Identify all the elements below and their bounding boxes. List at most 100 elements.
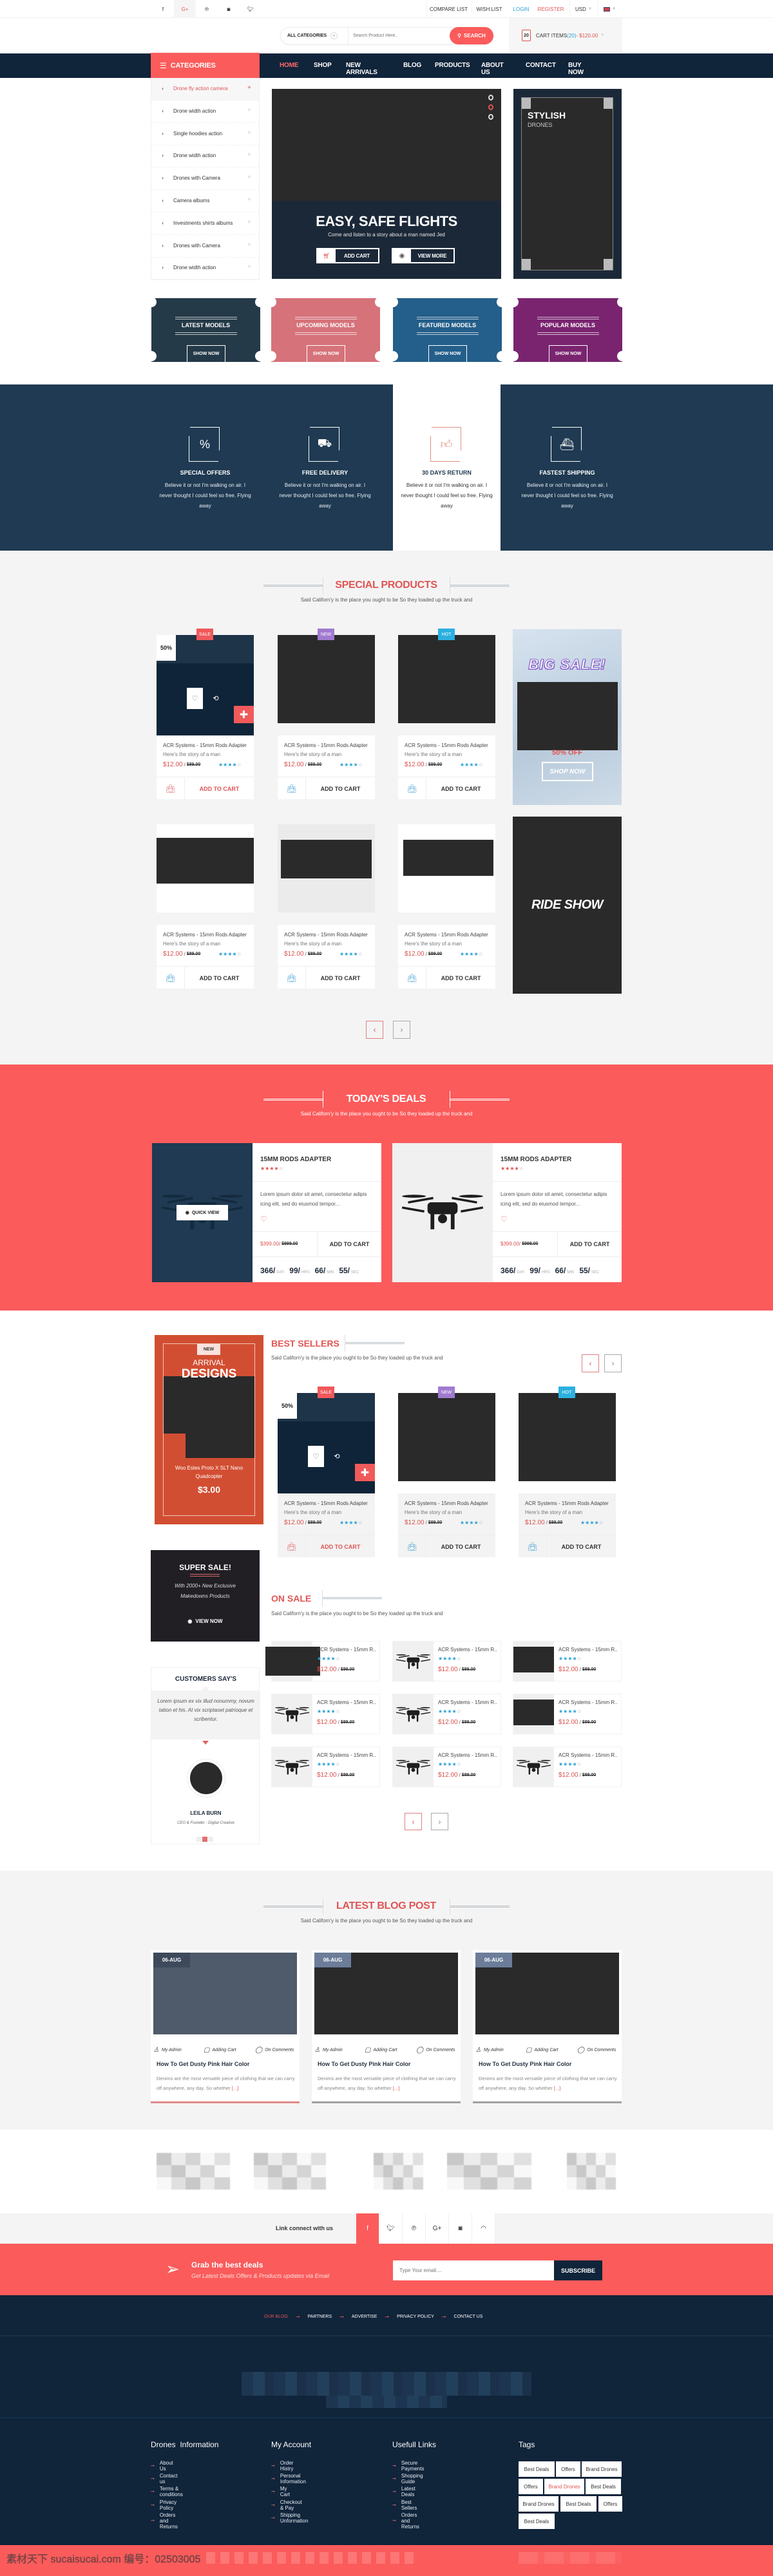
product-name[interactable]: ACR Systems - 15mm Rods Adapter xyxy=(405,743,488,748)
language-select[interactable]: ▼ xyxy=(598,0,620,18)
category-item[interactable]: ◖ Drone width action + xyxy=(151,101,259,123)
pinterest-link[interactable]: ℗ xyxy=(196,0,218,18)
footer-link[interactable]: ➞ Contact us xyxy=(151,2473,177,2485)
facebook-link[interactable]: f xyxy=(152,0,174,18)
product-image[interactable] xyxy=(398,824,495,913)
add-to-cart-button[interactable]: ADD TO CART xyxy=(306,1535,375,1558)
footer-link[interactable]: ➞ Personal Information xyxy=(271,2473,306,2485)
shopping-bag-icon[interactable]: 👜︎ xyxy=(398,1535,426,1558)
testimonial-dot[interactable] xyxy=(202,1837,207,1842)
tag-offers[interactable]: Offers xyxy=(519,2479,543,2494)
slider-dot[interactable] xyxy=(488,104,493,110)
nav-item-shop[interactable]: SHOP xyxy=(314,62,332,69)
tag-brand-drones[interactable]: Brand Drones xyxy=(519,2496,558,2512)
categories-toggle[interactable]: ☰ CATEGORIES xyxy=(151,53,260,78)
search-button[interactable]: ⚲ SEARCH xyxy=(450,27,493,44)
best-next-button[interactable]: › xyxy=(604,1354,622,1372)
plus-icon[interactable]: + xyxy=(247,174,251,181)
quick-add-plus-button[interactable]: ✚ xyxy=(234,706,254,723)
blog-meta-comments[interactable]: ◯ On Comments xyxy=(255,2047,294,2054)
quick-view-button[interactable]: ◉ QUICK VIEW xyxy=(177,1205,228,1220)
view-more-button[interactable]: ◉ VIEW MORE xyxy=(392,248,455,263)
add-to-cart-button[interactable]: ADD TO CART xyxy=(185,967,254,989)
blog-title[interactable]: How To Get Dusty Pink Hair Color xyxy=(157,2061,249,2067)
product-image[interactable]: 50% ♡ ⟲ ✚ xyxy=(157,635,254,739)
nav-item-new-arrivals[interactable]: NEW ARRIVALS xyxy=(346,62,377,76)
deal-image[interactable]: ◉ QUICK VIEW xyxy=(152,1143,253,1282)
blog-meta-cart[interactable]: ▢ Adding Cart xyxy=(365,2047,397,2054)
blog-meta-author[interactable]: ♙ My Admin xyxy=(314,2047,343,2054)
product-name[interactable]: ACR Systems - 15mm Rods Adapter xyxy=(284,743,368,748)
google-plus-link[interactable]: G+ xyxy=(174,0,196,18)
on-sale-item[interactable]: ACR Systems - 15mm R.. ★★★★☆ $12.00/$89.00 xyxy=(265,1641,380,1681)
wishlist-heart-icon[interactable]: ♡ xyxy=(501,1215,508,1224)
tag-best-deals[interactable]: Best Deals xyxy=(560,2496,596,2512)
pinterest-link[interactable]: ℗ xyxy=(403,2213,426,2244)
on-sale-item[interactable]: ACR Systems - 15mm R.. ★★★★☆ $12.00/$89.00 xyxy=(513,1747,622,1787)
testimonial-dot[interactable] xyxy=(196,1837,202,1842)
show-now-button[interactable]: SHOW NOW xyxy=(187,345,225,362)
category-item[interactable]: ◖ Drone width action + xyxy=(151,258,259,280)
wish-list-link[interactable]: WISH LIST xyxy=(472,0,506,18)
tag-best-deals[interactable]: Best Deals xyxy=(586,2479,621,2494)
nav-item-buy-now[interactable]: BUY NOW xyxy=(568,62,584,76)
promo-card-upcoming-models[interactable]: UPCOMING MODELS SHOW NOW xyxy=(266,297,385,362)
shop-now-button[interactable]: SHOP NOW xyxy=(542,762,593,781)
compare-icon[interactable]: ⟲ xyxy=(209,692,222,705)
wishlist-heart-button[interactable]: ♡ xyxy=(308,1446,324,1467)
best-prev-button[interactable]: ‹ xyxy=(582,1354,599,1372)
on-sale-next-button[interactable]: › xyxy=(431,1813,448,1830)
product-image[interactable] xyxy=(157,824,254,913)
add-to-cart-button[interactable]: ADD TO CART xyxy=(426,967,495,989)
ride-show-banner[interactable]: RIDE SHOW xyxy=(513,817,622,994)
product-name[interactable]: ACR Systems - 15mm Rods Adapter xyxy=(405,932,488,938)
footer-link[interactable]: ➞ Terms & conditions xyxy=(151,2486,183,2497)
blog-meta-comments[interactable]: ◯ On Comments xyxy=(577,2047,616,2054)
footer-link[interactable]: ➞ Shopping Guide xyxy=(392,2473,423,2485)
wishlist-heart-button[interactable]: ♡ xyxy=(187,688,203,709)
login-link[interactable]: LOGIN xyxy=(509,0,533,18)
show-now-button[interactable]: SHOW NOW xyxy=(428,345,467,362)
blog-meta-author[interactable]: ♙ My Admin xyxy=(153,2047,182,2054)
twitter-link[interactable]: 🐦︎ xyxy=(240,0,262,18)
shopping-bag-icon[interactable]: 👜︎ xyxy=(278,1535,306,1558)
brand-logo[interactable] xyxy=(157,2153,230,2190)
add-cart-button[interactable]: 🛒︎ ADD CART xyxy=(316,248,379,263)
blog-title[interactable]: How To Get Dusty Pink Hair Color xyxy=(318,2061,410,2067)
register-link[interactable]: REGISTER xyxy=(535,0,567,18)
instagram-link[interactable]: ◙ xyxy=(218,0,240,18)
product-name[interactable]: ACR Systems - 15mm Rods Adapter xyxy=(405,1501,488,1506)
product-image[interactable] xyxy=(519,1393,616,1481)
deal-title[interactable]: 15MM RODS ADAPTER xyxy=(260,1156,331,1163)
product-name[interactable]: ACR Systems - 15mm Rods Adapter xyxy=(284,932,368,938)
blog-meta-cart[interactable]: ▢ Adding Cart xyxy=(204,2047,236,2054)
add-to-cart-button[interactable]: ADD TO CART xyxy=(547,1535,616,1558)
tag-brand-drones[interactable]: Brand Drones xyxy=(544,2479,584,2494)
side-banner-stylish-drones[interactable]: STYLISH DRONES xyxy=(513,89,622,279)
product-image[interactable]: 50% ♡ ⟲ ✚ xyxy=(278,1393,375,1497)
brand-logo[interactable] xyxy=(447,2153,531,2190)
add-to-cart-button[interactable]: ADD TO CART xyxy=(318,1232,381,1256)
nav-item-home[interactable]: HOME xyxy=(280,62,298,69)
plus-icon[interactable]: + xyxy=(247,219,251,226)
slider-dot[interactable] xyxy=(488,95,493,100)
instagram-link[interactable]: ◙ xyxy=(449,2213,472,2244)
add-to-cart-button[interactable]: ADD TO CART xyxy=(558,1232,622,1256)
compare-icon[interactable]: ⟲ xyxy=(330,1450,343,1463)
on-sale-item[interactable]: ACR Systems - 15mm R.. ★★★★☆ $12.00/$89.00 xyxy=(392,1641,501,1681)
footer-link[interactable]: ➞ Checkout & Pay xyxy=(271,2499,302,2511)
category-item[interactable]: ◖ Drone width action + xyxy=(151,146,259,168)
deal-image[interactable] xyxy=(392,1143,493,1282)
tag-brand-drones[interactable]: Brand Drones xyxy=(582,2461,622,2477)
tag-best-deals[interactable]: Best Deals xyxy=(519,2461,555,2477)
nav-item-about-us[interactable]: ABOUT US xyxy=(481,62,504,76)
currency-select[interactable]: USD ▼ xyxy=(569,0,596,18)
plus-icon[interactable]: + xyxy=(247,129,251,137)
blog-title[interactable]: How To Get Dusty Pink Hair Color xyxy=(479,2061,571,2067)
on-sale-prev-button[interactable]: ‹ xyxy=(405,1813,422,1830)
footer-link-contact-us[interactable]: CONTACT US xyxy=(454,2315,483,2319)
product-image[interactable] xyxy=(278,824,375,913)
plus-icon[interactable]: + xyxy=(247,242,251,249)
category-item[interactable]: ◖ Drones with Camera + xyxy=(151,168,259,191)
product-image[interactable] xyxy=(278,635,375,723)
